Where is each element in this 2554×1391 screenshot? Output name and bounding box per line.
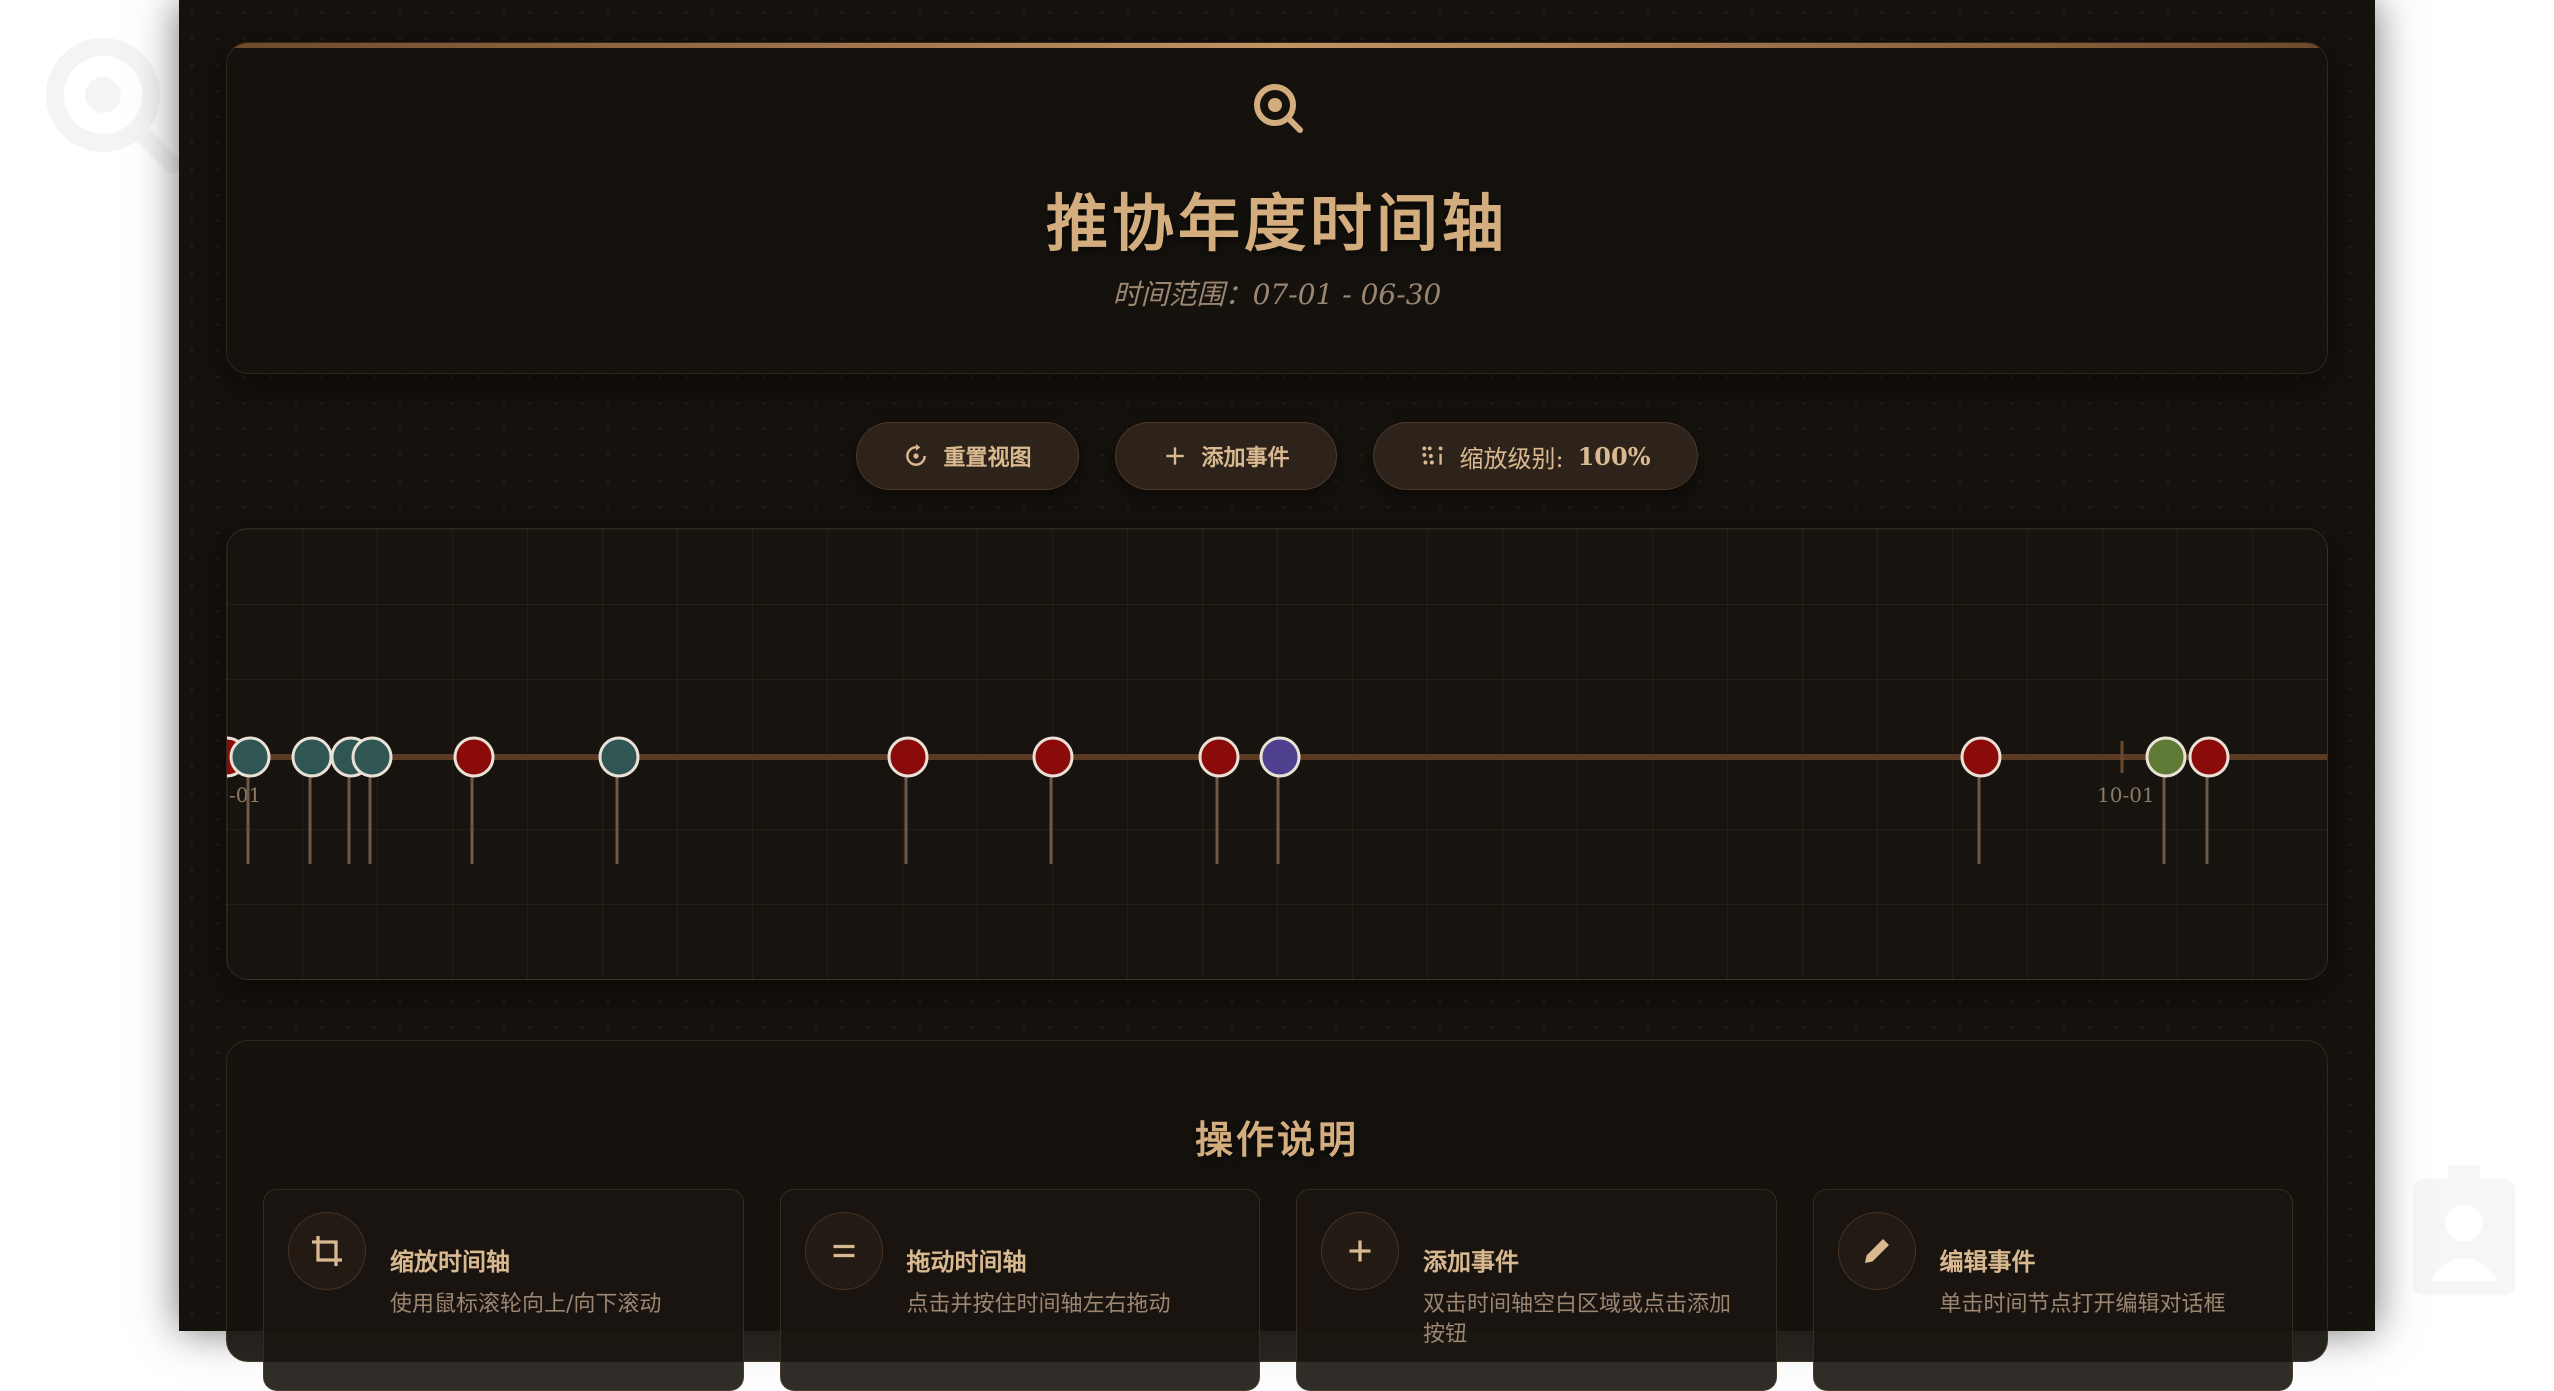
event-dot[interactable] [291,736,333,778]
instruction-desc: 双击时间轴空白区域或点击添加按钮 [1423,1292,1732,1347]
reset-view-label: 重置视图 [943,445,1032,471]
zoom-value: 100% [1577,441,1651,471]
timeline-event-node[interactable] [291,736,333,864]
timeline-event-node[interactable] [351,736,393,864]
zoom-dots-icon [1421,446,1443,465]
instruction-name: 拖动时间轴 [906,1247,1027,1276]
timeline-event-node[interactable] [887,736,929,864]
instruction-name: 缩放时间轴 [390,1247,510,1276]
instruction-zoom: 缩放时间轴 使用鼠标滚轮向上/向下滚动 [263,1189,744,1391]
header-card: 推协年度时间轴 时间范围：07-01 - 06-30 [226,42,2328,374]
event-dot[interactable] [1259,736,1301,778]
tick-label-start: -01 [229,783,261,807]
pencil-icon [1837,1212,1916,1290]
reset-icon [906,444,927,466]
event-dot[interactable] [351,736,393,778]
timeline-event-node[interactable] [598,736,640,864]
event-dot[interactable] [1032,736,1074,778]
tick-label-oct: 10-01 [2097,783,2155,807]
instructions-list: 缩放时间轴 使用鼠标滚轮向上/向下滚动 拖动时间轴 点击并按住时间轴左右拖动 添… [263,1189,2293,1391]
zoom-level-indicator: 缩放级别: 100% [1372,422,1698,490]
background-person-icon [2412,1164,2516,1296]
page-title: 推协年度时间轴 [1045,187,1508,260]
event-dot[interactable] [1960,736,2002,778]
event-dot[interactable] [2145,736,2187,778]
background-logo-icon [46,38,181,173]
timeline-event-node[interactable] [2188,736,2230,864]
timeline-event-node[interactable] [453,736,495,864]
timeline-event-node[interactable] [1259,736,1301,864]
time-range-subtitle: 时间范围：07-01 - 06-30 [1112,278,1442,311]
plus-icon [1165,447,1184,465]
event-dot[interactable] [2188,736,2230,778]
event-dot[interactable] [887,736,929,778]
reset-view-button[interactable]: 重置视图 [856,422,1079,490]
event-dot[interactable] [229,736,271,778]
add-event-label: 添加事件 [1201,445,1290,471]
instruction-edit: 编辑事件 单击时间节点打开编辑对话框 [1812,1189,2293,1391]
instructions-card: 操作说明 缩放时间轴 使用鼠标滚轮向上/向下滚动 拖动时间轴 点击并按住时间轴左… [226,1040,2328,1391]
timeline-event-node[interactable] [1960,736,2002,864]
instruction-drag: 拖动时间轴 点击并按住时间轴左右拖动 [779,1189,1260,1391]
instructions-title: 操作说明 [1194,1117,1359,1162]
drag-handle-icon [804,1212,883,1290]
crop-icon [288,1212,366,1290]
target-search-icon [1254,84,1303,133]
timeline-canvas[interactable]: -01 10-01 [226,528,2328,980]
instruction-name: 添加事件 [1423,1247,1519,1276]
timeline-event-node[interactable] [1198,736,1240,864]
app-frame: 推协年度时间轴 时间范围：07-01 - 06-30 重置视图 添加事件 缩放级… [179,0,2375,1391]
zoom-prefix: 缩放级别: [1459,444,1564,473]
instruction-name: 编辑事件 [1939,1247,2036,1276]
instruction-add: 添加事件 双击时间轴空白区域或点击添加按钮 [1296,1189,1777,1391]
instruction-desc: 点击并按住时间轴左右拖动 [906,1292,1171,1317]
plus-icon [1321,1212,1399,1290]
event-dot[interactable] [1198,736,1240,778]
toolbar: 重置视图 添加事件 缩放级别: 100% [179,422,2375,492]
instruction-desc: 单击时间节点打开编辑对话框 [1939,1292,2226,1317]
event-dot[interactable] [598,736,640,778]
instruction-desc: 使用鼠标滚轮向上/向下滚动 [390,1292,662,1317]
event-dot[interactable] [453,736,495,778]
timeline-event-node[interactable] [1032,736,1074,864]
add-event-button[interactable]: 添加事件 [1114,422,1337,490]
timeline-svg: -01 10-01 [227,736,2327,864]
